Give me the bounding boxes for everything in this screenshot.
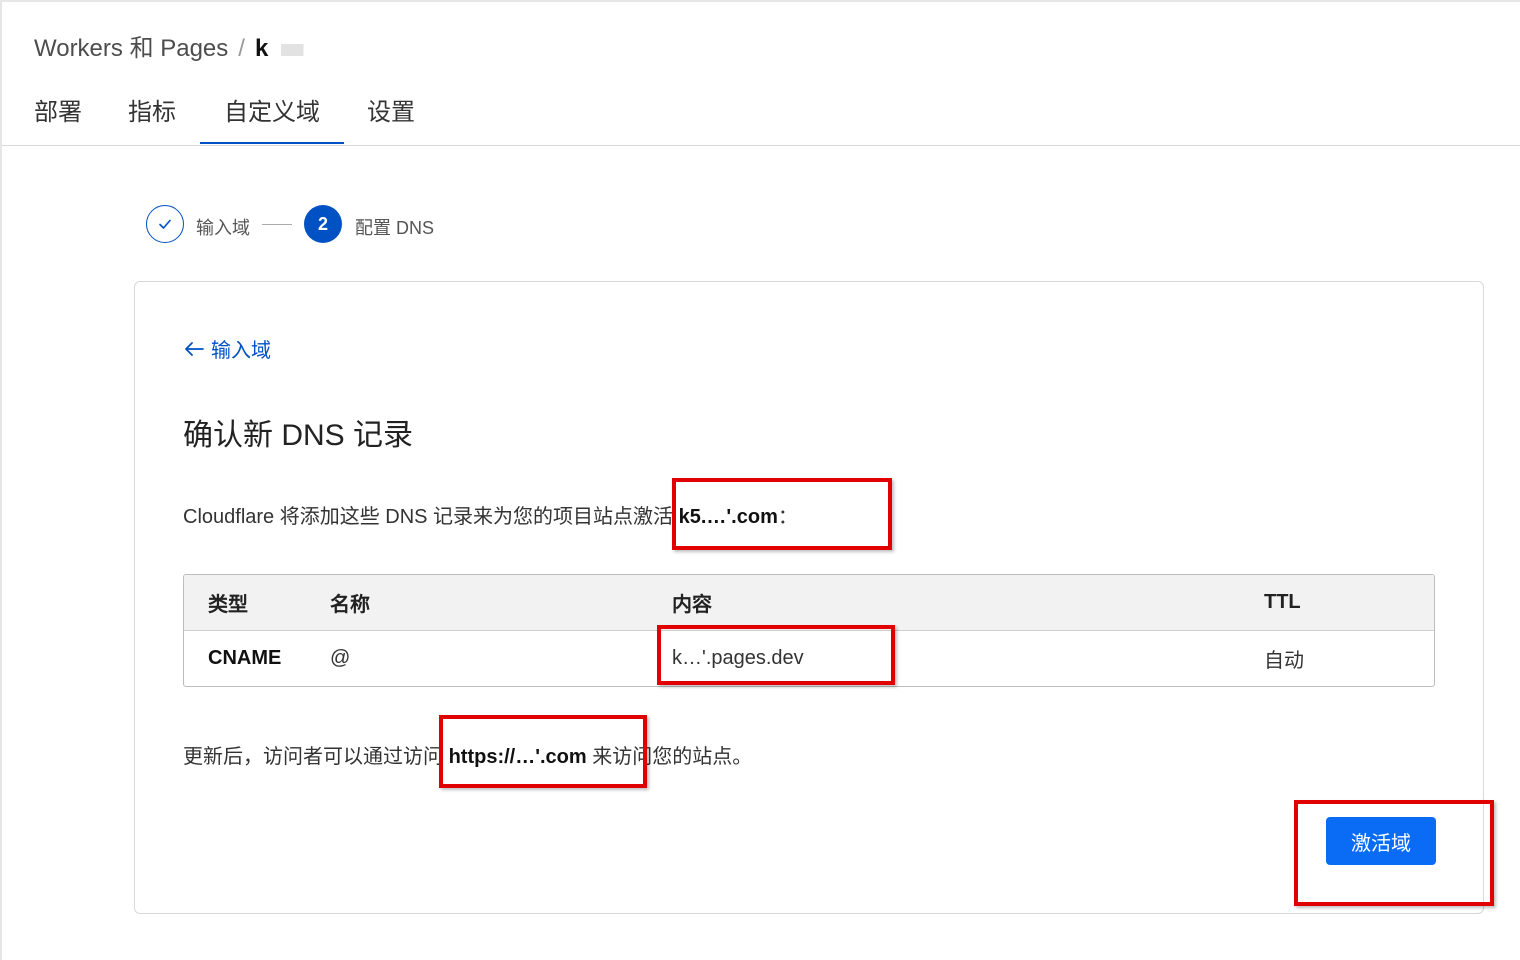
top-divider [2, 0, 1520, 2]
description: Cloudflare 将添加这些 DNS 记录来为您的项目站点激活 k5.…'.… [183, 500, 798, 529]
breadcrumb-current: k [254, 35, 269, 62]
cell-type: CNAME [208, 647, 282, 669]
arrow-left-icon [185, 341, 204, 356]
redacted-project-name [275, 43, 327, 56]
breadcrumb-separator: / [238, 35, 245, 62]
tab-settings[interactable]: 设置 [367, 92, 415, 127]
after-url: https://…'.com [448, 746, 587, 768]
step-done-circle [146, 205, 184, 243]
back-link[interactable]: 输入域 [183, 334, 271, 363]
checkmark-icon [159, 219, 171, 229]
step-label-enter-domain: 输入域 [196, 218, 250, 238]
cell-content: k…'.pages.dev [672, 647, 804, 669]
step-connector [262, 224, 292, 225]
step-label-configure-dns: 配置 DNS [355, 218, 435, 238]
description-suffix: ： [777, 506, 798, 528]
activate-domain-button[interactable]: 激活域 [1326, 817, 1436, 865]
tab-metrics[interactable]: 指标 [128, 92, 176, 127]
back-link-label: 输入域 [211, 340, 271, 362]
breadcrumb-root[interactable]: Workers 和 Pages [34, 35, 228, 62]
table-row: CNAME @ k…'.pages.dev 自动 [184, 631, 1434, 686]
tab-bar: 部署 指标 自定义域 设置 [2, 72, 1520, 146]
confirm-dns-card: 输入域 确认新 DNS 记录 Cloudflare 将添加这些 DNS 记录来为… [134, 281, 1484, 914]
cell-ttl: 自动 [1264, 650, 1304, 672]
table-header-row: 类型 名称 内容 TTL [184, 575, 1434, 631]
after-update-text: 更新后，访问者可以通过访问 https://…'.com 来访问您的站点。 [183, 740, 752, 769]
breadcrumb: Workers 和 Pages / k [34, 28, 327, 63]
dns-records-table: 类型 名称 内容 TTL CNAME @ k…'.pages.dev 自动 [183, 574, 1435, 687]
header-name: 名称 [330, 575, 672, 631]
tab-custom-domains[interactable]: 自定义域 [200, 92, 344, 144]
tab-deployments[interactable]: 部署 [34, 92, 82, 127]
header-ttl: TTL [1264, 575, 1434, 631]
app-frame: Workers 和 Pages / k 部署 指标 自定义域 设置 输入域 2 配置… [0, 0, 1520, 960]
header-content: 内容 [672, 575, 1264, 631]
step-active-circle: 2 [304, 205, 342, 243]
card-title: 确认新 DNS 记录 [183, 419, 414, 452]
header-type: 类型 [184, 575, 330, 631]
description-domain: k5.…'.com [678, 506, 778, 528]
cell-name: @ [330, 647, 351, 669]
description-prefix: Cloudflare 将添加这些 DNS 记录来为您的项目站点激活 [183, 506, 679, 528]
after-prefix: 更新后，访问者可以通过访问 [183, 746, 449, 768]
after-suffix: 来访问您的站点。 [586, 746, 753, 768]
